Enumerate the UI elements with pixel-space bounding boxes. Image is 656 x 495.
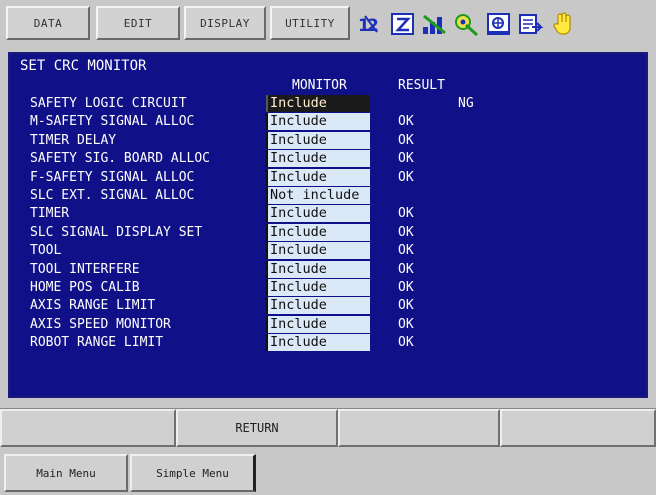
function-key-row: RETURN xyxy=(0,408,656,447)
monitor-setting-field[interactable]: Not include xyxy=(266,186,370,204)
list-item: TIMER DELAY Include OK xyxy=(10,131,646,150)
crc-monitor-panel: SET CRC MONITOR MONITOR RESULT SAFETY LO… xyxy=(8,52,648,398)
item-label: TIMER DELAY xyxy=(30,132,117,148)
list-item: TIMER Include OK xyxy=(10,205,646,223)
document-arrow-icon[interactable] xyxy=(517,11,545,37)
monitor-setting-field[interactable]: Include xyxy=(266,223,370,241)
monitor-setting-field[interactable]: Include xyxy=(266,334,370,352)
result-value: OK xyxy=(398,335,414,351)
result-value: OK xyxy=(398,151,414,167)
column-header-monitor: MONITOR xyxy=(292,78,347,93)
function-key-1[interactable] xyxy=(0,409,176,447)
monitor-setting-field[interactable]: Include xyxy=(266,95,370,112)
bottom-menu-bar: Main Menu Simple Menu xyxy=(0,454,656,495)
monitor-setting-field[interactable]: Include xyxy=(266,205,370,223)
list-item: SLC EXT. SIGNAL ALLOC Not include xyxy=(10,186,646,205)
menu-data-button[interactable]: DATA xyxy=(6,6,90,40)
monitor-setting-field[interactable]: Include xyxy=(266,260,370,278)
result-value: OK xyxy=(398,224,414,240)
hand-icon[interactable] xyxy=(549,11,577,37)
bottom-empty-area xyxy=(258,454,654,492)
item-label: HOME POS CALIB xyxy=(30,279,140,295)
status-icon-tray: 1 2 xyxy=(355,6,653,42)
item-label: SLC EXT. SIGNAL ALLOC xyxy=(30,187,195,203)
result-value: OK xyxy=(398,243,414,259)
result-value: OK xyxy=(398,132,414,148)
result-value: OK xyxy=(398,316,414,332)
result-value: OK xyxy=(398,206,414,222)
result-value: OK xyxy=(398,114,414,130)
menu-display-button[interactable]: DISPLAY xyxy=(184,6,266,40)
monitor-setting-field[interactable]: Include xyxy=(266,242,370,260)
list-item: ROBOT RANGE LIMIT Include OK xyxy=(10,334,646,352)
item-label: F-SAFETY SIGNAL ALLOC xyxy=(30,169,195,185)
list-item: AXIS SPEED MONITOR Include OK xyxy=(10,315,646,334)
item-label: TOOL xyxy=(30,243,62,259)
toggle-12-icon[interactable]: 1 2 xyxy=(357,11,385,37)
return-button[interactable]: RETURN xyxy=(176,409,338,447)
column-header-result: RESULT xyxy=(398,78,445,93)
item-label: ROBOT RANGE LIMIT xyxy=(30,335,164,351)
item-label: AXIS SPEED MONITOR xyxy=(30,316,171,332)
list-item: TOOL INTERFERE Include OK xyxy=(10,260,646,279)
list-item: M-SAFETY SIGNAL ALLOC Include OK xyxy=(10,113,646,131)
list-item: SAFETY LOGIC CIRCUIT Include NG xyxy=(10,95,646,113)
list-item: F-SAFETY SIGNAL ALLOC Include OK xyxy=(10,168,646,187)
list-item: SAFETY SIG. BOARD ALLOC Include OK xyxy=(10,150,646,168)
item-label: SLC SIGNAL DISPLAY SET xyxy=(30,224,203,240)
monitor-setting-field[interactable]: Include xyxy=(266,113,370,131)
list-item: AXIS RANGE LIMIT Include OK xyxy=(10,297,646,315)
menu-edit-button[interactable]: EDIT xyxy=(96,6,180,40)
result-value: OK xyxy=(398,169,414,185)
result-value: OK xyxy=(398,261,414,277)
tool-icon[interactable] xyxy=(453,11,481,37)
function-key-4[interactable] xyxy=(500,409,656,447)
menu-utility-button[interactable]: UTILITY xyxy=(270,6,350,40)
main-menu-button[interactable]: Main Menu xyxy=(4,454,128,492)
result-value: OK xyxy=(398,279,414,295)
monitor-setting-field[interactable]: Include xyxy=(266,297,370,315)
item-label: M-SAFETY SIGNAL ALLOC xyxy=(30,114,195,130)
simple-menu-button[interactable]: Simple Menu xyxy=(130,454,256,492)
monitor-list: SAFETY LOGIC CIRCUIT Include NG M-SAFETY… xyxy=(10,95,646,352)
list-item: SLC SIGNAL DISPLAY SET Include OK xyxy=(10,223,646,242)
item-label: SAFETY SIG. BOARD ALLOC xyxy=(30,151,211,167)
item-label: TIMER xyxy=(30,206,70,222)
item-label: TOOL INTERFERE xyxy=(30,261,140,277)
z-icon[interactable] xyxy=(389,11,417,37)
top-menu-bar: DATA EDIT DISPLAY UTILITY 1 2 xyxy=(0,0,656,48)
monitor-setting-field[interactable]: Include xyxy=(266,150,370,168)
result-value: OK xyxy=(398,298,414,314)
monitor-setting-field[interactable]: Include xyxy=(266,278,370,296)
monitor-setting-field[interactable]: Include xyxy=(266,131,370,149)
monitor-setting-field[interactable]: Include xyxy=(266,315,370,333)
list-item: HOME POS CALIB Include OK xyxy=(10,278,646,297)
item-label: AXIS RANGE LIMIT xyxy=(30,298,156,314)
item-label: SAFETY LOGIC CIRCUIT xyxy=(30,96,187,111)
list-item: TOOL Include OK xyxy=(10,242,646,260)
signal-icon[interactable] xyxy=(421,11,449,37)
result-value: NG xyxy=(458,96,474,111)
monitor-setting-field[interactable]: Include xyxy=(266,168,370,186)
monitor-icon[interactable] xyxy=(485,11,513,37)
function-key-3[interactable] xyxy=(338,409,500,447)
